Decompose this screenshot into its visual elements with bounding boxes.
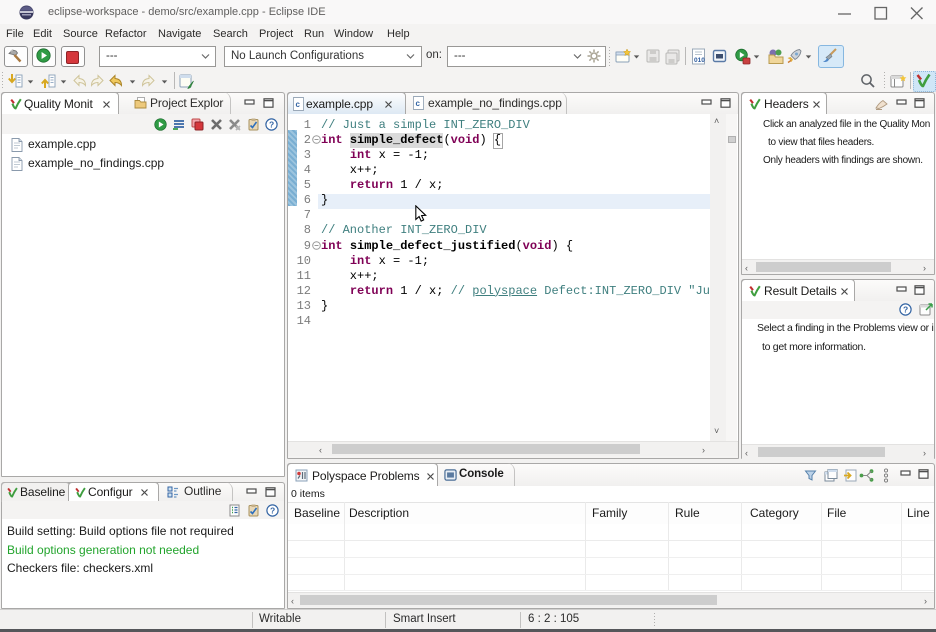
svg-text:c: c: [296, 100, 301, 109]
svg-text:?: ?: [270, 506, 275, 516]
svg-text:?: ?: [903, 305, 908, 315]
svg-text:010: 010: [694, 57, 705, 64]
svg-text:c: c: [416, 99, 421, 108]
svg-text:?: ?: [269, 120, 274, 130]
